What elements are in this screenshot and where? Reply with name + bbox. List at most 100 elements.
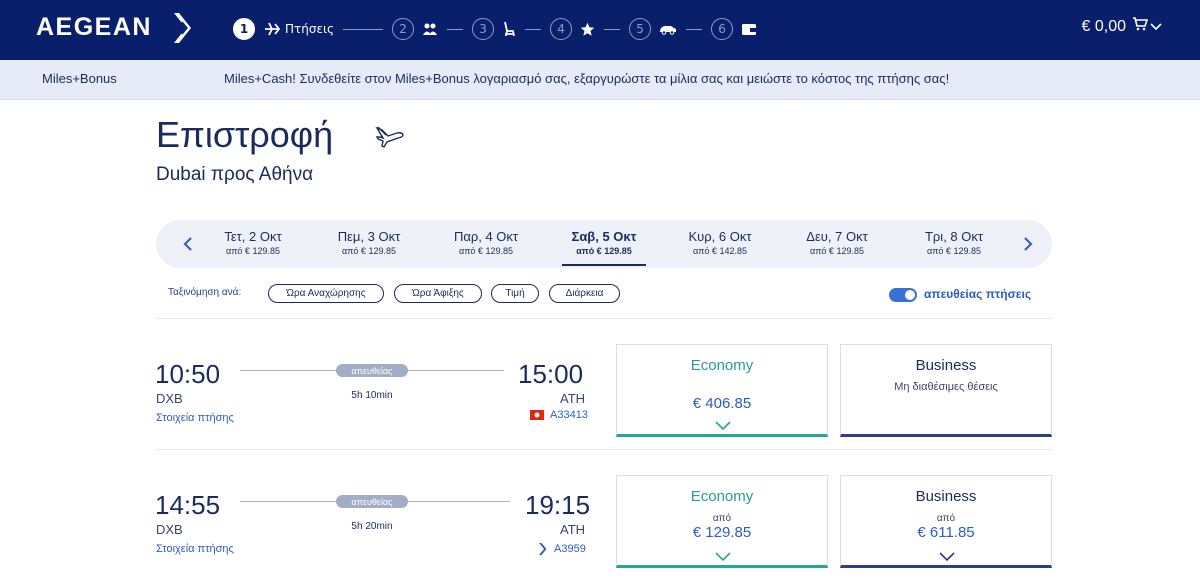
next-dates-button[interactable] xyxy=(1016,232,1040,256)
seat-icon xyxy=(502,21,516,37)
business-fare-card[interactable]: Business από € 611.85 xyxy=(840,475,1052,568)
cart-icon xyxy=(1132,17,1149,36)
aegean-logo[interactable]: AEGEAN xyxy=(36,13,152,42)
step-connector xyxy=(343,28,384,30)
no-seats-message: Μη διαθέσιμες θέσεις xyxy=(894,381,998,393)
sort-price-button[interactable]: Τιμή xyxy=(491,284,539,303)
divider xyxy=(156,449,1052,450)
step-connector xyxy=(447,28,464,30)
fare-class-label: Economy xyxy=(690,488,754,505)
fare-price: € 406.85 xyxy=(692,395,752,412)
promo-message[interactable]: Miles+Cash! Συνδεθείτε στον Miles+Bonus … xyxy=(224,71,949,86)
flight-number: A3959 xyxy=(554,543,586,555)
chevron-down-icon xyxy=(1150,18,1162,36)
aegean-logo-mark-icon xyxy=(174,13,191,43)
economy-fare-card[interactable]: Economy € 406.85 xyxy=(616,344,828,437)
date-day: Δευ, 7 Οκτ xyxy=(806,229,868,244)
flight-connection-icon xyxy=(263,20,281,38)
step-6-indicator[interactable]: 6 xyxy=(711,18,734,40)
date-option[interactable]: Τετ, 2 Οκτ από € 129.85 xyxy=(203,229,303,256)
arrival-time: 19:15 xyxy=(525,490,591,520)
sort-label: Ταξινόμηση ανά: xyxy=(168,287,242,298)
passengers-icon xyxy=(422,22,438,36)
direct-flights-toggle[interactable] xyxy=(889,288,917,302)
step-1-indicator[interactable]: 1 xyxy=(233,18,255,40)
date-option[interactable]: Δευ, 7 Οκτ από € 129.85 xyxy=(787,229,887,256)
step-connector xyxy=(525,28,542,30)
flight-duration: 5h 20min xyxy=(351,521,393,532)
plane-landing-icon xyxy=(374,124,406,154)
star-icon xyxy=(580,22,595,37)
chevron-down-icon xyxy=(715,421,731,430)
fare-price: € 611.85 xyxy=(917,524,975,541)
wallet-icon xyxy=(741,22,757,36)
step-connector xyxy=(686,28,703,30)
sort-departure-button[interactable]: Ώρα Αναχώρησης xyxy=(268,284,384,303)
top-navigation-bar: AEGEAN 1 Πτήσεις 2 3 4 5 6 € 0,00 xyxy=(0,0,1200,60)
date-option[interactable]: Παρ, 4 Οκτ από € 129.85 xyxy=(436,229,536,256)
fare-class-label: Economy xyxy=(690,357,754,374)
date-day: Πεμ, 3 Οκτ xyxy=(337,229,401,244)
date-day: Κυρ, 6 Οκτ xyxy=(688,229,752,244)
car-icon xyxy=(659,23,677,35)
date-price: από € 129.85 xyxy=(226,246,280,256)
date-option[interactable]: Πεμ, 3 Οκτ από € 129.85 xyxy=(319,229,419,256)
flight-details-link[interactable]: Στοιχεία πτήσης xyxy=(156,543,234,555)
direct-flights-label[interactable]: απευθείας πτήσεις xyxy=(924,287,1031,301)
chevron-right-icon xyxy=(1024,237,1033,251)
arrival-time: 15:00 xyxy=(518,359,584,389)
date-option[interactable]: Τρι, 8 Οκτ από € 129.85 xyxy=(904,229,1004,256)
nonstop-badge: απευθείας xyxy=(336,364,408,377)
date-option-selected[interactable]: Σαβ, 5 Οκτ από € 129.85 xyxy=(554,229,654,266)
cart-total: € 0,00 xyxy=(1081,17,1126,35)
date-price: από € 129.85 xyxy=(576,246,632,256)
arrival-airport: ATH xyxy=(560,391,586,406)
chevron-down-icon xyxy=(939,552,955,561)
fare-from-label: από xyxy=(712,513,732,524)
date-price: από € 129.85 xyxy=(342,246,396,256)
step-connector xyxy=(604,28,621,30)
date-option[interactable]: Κυρ, 6 Οκτ από € 142.85 xyxy=(670,229,770,256)
step-4-indicator[interactable]: 4 xyxy=(550,18,573,40)
fare-class-label: Business xyxy=(915,488,977,505)
booking-steps: 1 Πτήσεις 2 3 4 5 6 xyxy=(233,17,757,41)
step-2-indicator[interactable]: 2 xyxy=(392,18,415,40)
nonstop-badge: απευθείας xyxy=(336,495,408,508)
date-day: Τρι, 8 Οκτ xyxy=(924,229,984,244)
step-1-label[interactable]: Πτήσεις xyxy=(285,22,334,36)
fare-from-label: από xyxy=(936,513,956,524)
miles-bonus-promo-bar: Miles+Bonus Miles+Cash! Συνδεθείτε στον … xyxy=(0,60,1200,100)
date-day: Παρ, 4 Οκτ xyxy=(453,229,519,244)
operating-flight-number[interactable]: A33413 xyxy=(530,409,588,421)
page-title: Επιστροφή xyxy=(156,114,334,155)
date-price: από € 142.85 xyxy=(693,246,747,256)
cart-summary[interactable]: € 0,00 xyxy=(1082,17,1162,36)
departure-time: 14:55 xyxy=(155,490,221,520)
previous-dates-button[interactable] xyxy=(176,232,200,256)
economy-fare-card[interactable]: Economy από € 129.85 xyxy=(616,475,828,568)
selected-date-indicator xyxy=(562,264,646,266)
departure-time: 10:50 xyxy=(155,359,221,389)
hong-kong-flag-icon xyxy=(530,410,544,420)
flight-details-link[interactable]: Στοιχεία πτήσης xyxy=(156,412,234,424)
sort-duration-button[interactable]: Διάρκεια xyxy=(549,284,620,303)
date-price: από € 129.85 xyxy=(810,246,864,256)
chevron-down-icon xyxy=(715,552,731,561)
departure-airport: DXB xyxy=(156,522,183,537)
flight-duration: 5h 10min xyxy=(351,390,393,401)
route-subtitle: Dubai προς Αθήνα xyxy=(156,164,314,185)
fare-price: € 129.85 xyxy=(692,524,752,541)
step-3-indicator[interactable]: 3 xyxy=(472,18,495,40)
miles-bonus-logo[interactable]: Miles+Bonus xyxy=(42,71,117,86)
step-5-indicator[interactable]: 5 xyxy=(629,18,652,40)
toggle-knob xyxy=(905,290,915,300)
sort-arrival-button[interactable]: Ώρα Άφιξης xyxy=(394,284,482,303)
aegean-airline-icon xyxy=(539,543,547,555)
date-price: από € 129.85 xyxy=(459,246,513,256)
fare-class-label: Business xyxy=(915,357,977,374)
business-fare-card: Business Μη διαθέσιμες θέσεις xyxy=(840,344,1052,437)
operating-flight-number[interactable]: A3959 xyxy=(538,543,586,555)
date-day: Τετ, 2 Οκτ xyxy=(224,229,282,244)
chevron-left-icon xyxy=(183,237,192,251)
departure-airport: DXB xyxy=(156,391,183,406)
